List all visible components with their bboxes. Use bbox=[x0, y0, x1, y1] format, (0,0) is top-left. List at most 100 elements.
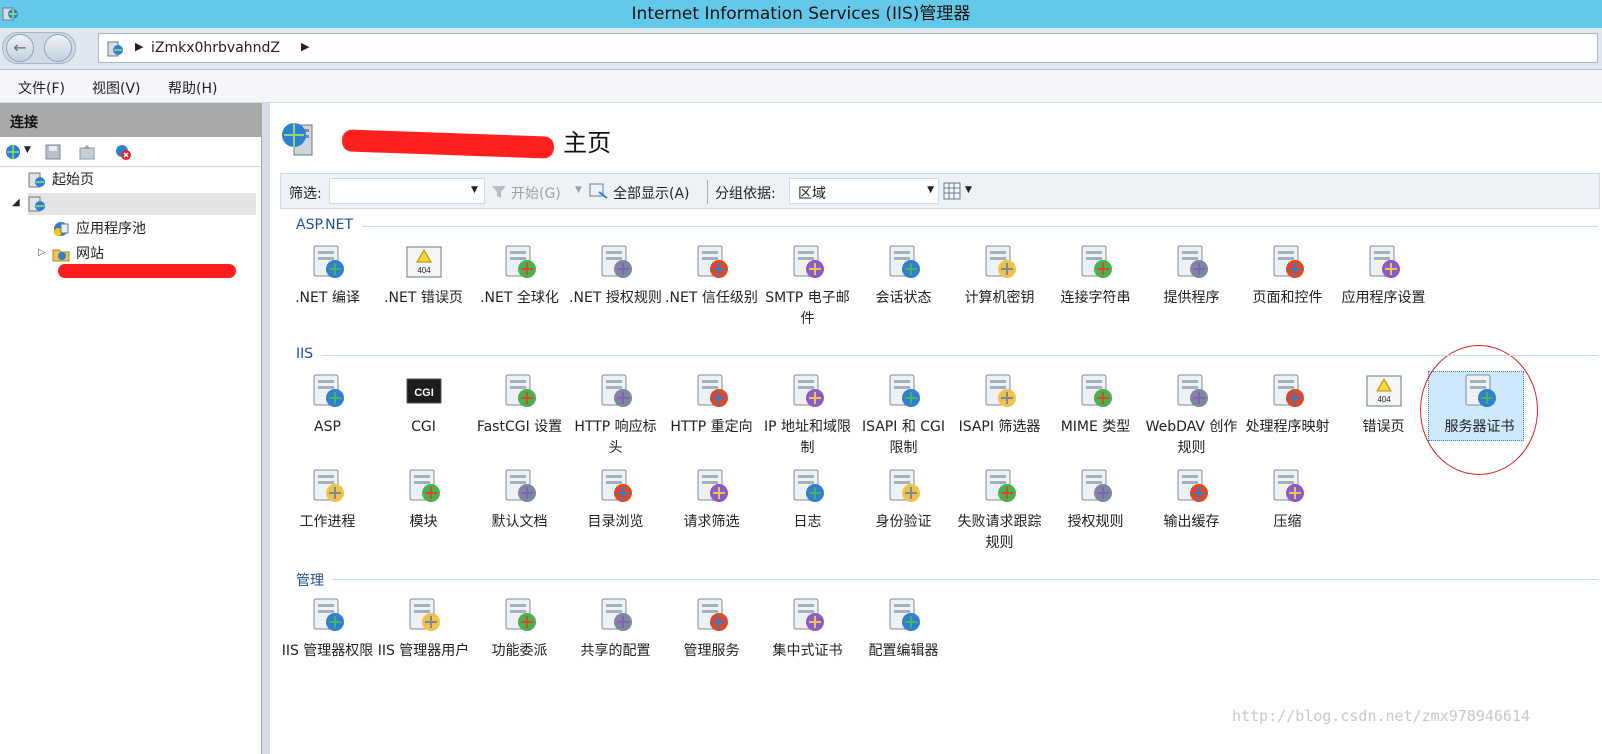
feature-shared-configuration[interactable]: 共享的配置 bbox=[568, 595, 663, 662]
feature-authorization-rules[interactable]: 授权规则 bbox=[1048, 466, 1143, 533]
filter-dropdown-icon[interactable]: ▼ bbox=[471, 185, 478, 195]
isapi-cgi-restrictions-icon bbox=[889, 374, 920, 407]
feature-asp[interactable]: ASP bbox=[280, 371, 375, 438]
authentication-icon bbox=[889, 469, 920, 502]
feature-providers[interactable]: 提供程序 bbox=[1144, 242, 1239, 309]
expand-collapse-icon[interactable]: ◢ bbox=[12, 197, 20, 208]
feature-net-authorization[interactable]: .NET 授权规则 bbox=[568, 242, 663, 309]
tree-item-start-page[interactable]: 起始页 bbox=[28, 169, 94, 191]
tree-item-server[interactable] bbox=[28, 193, 256, 215]
section-iis[interactable]: IIS bbox=[296, 346, 313, 362]
iis-manager-window: Internet Information Services (IIS)管理器 ←… bbox=[0, 0, 1602, 754]
feature-compression[interactable]: 压缩 bbox=[1240, 466, 1335, 533]
feature-directory-browsing[interactable]: 目录浏览 bbox=[568, 466, 663, 533]
show-all-icon bbox=[589, 183, 608, 199]
feature-connection-strings[interactable]: 连接字符串 bbox=[1048, 242, 1143, 309]
feature-http-redirect[interactable]: HTTP 重定向 bbox=[664, 371, 759, 438]
feature-management-service[interactable]: 管理服务 bbox=[664, 595, 759, 662]
server-certificates-icon bbox=[1465, 374, 1496, 407]
feature-iis-manager-permissions[interactable]: IIS 管理器权限 bbox=[280, 595, 375, 662]
http-response-headers-icon bbox=[601, 374, 632, 407]
feature-isapi-filters[interactable]: ISAPI 筛选器 bbox=[952, 371, 1047, 438]
feature-webdav[interactable]: WebDAV 创作规则 bbox=[1144, 371, 1239, 459]
feature-session-state[interactable]: 会话状态 bbox=[856, 242, 951, 309]
feature-failed-request-tracing[interactable]: 失败请求跟踪规则 bbox=[952, 466, 1047, 554]
tree-item-app-pools[interactable]: 应用程序池 bbox=[52, 218, 146, 240]
feature-label: 共享的配置 bbox=[580, 643, 651, 659]
menu-help[interactable]: 帮助(H) bbox=[168, 78, 217, 98]
connect-icon[interactable] bbox=[4, 143, 22, 161]
breadcrumb-server[interactable]: iZmkx0hrbvahndZ bbox=[151, 40, 280, 56]
feature-label: IP 地址和域限制 bbox=[763, 419, 852, 456]
server-icon bbox=[107, 41, 123, 57]
feature-server-certificates[interactable]: 服务器证书 bbox=[1432, 371, 1527, 438]
section-divider bbox=[332, 579, 1598, 580]
breadcrumb-dropdown-icon[interactable]: ▶ bbox=[301, 40, 309, 53]
feature-default-document[interactable]: 默认文档 bbox=[472, 466, 567, 533]
section-management[interactable]: 管理 bbox=[296, 570, 324, 590]
feature-label: SMTP 电子邮件 bbox=[765, 290, 850, 327]
feature-machine-key[interactable]: 计算机密钥 bbox=[952, 242, 1047, 309]
feature-output-caching[interactable]: 输出缓存 bbox=[1144, 466, 1239, 533]
feature-pages-controls[interactable]: 页面和控件 bbox=[1240, 242, 1335, 309]
save-icon[interactable] bbox=[44, 143, 62, 161]
back-button[interactable]: ← bbox=[6, 34, 34, 62]
up-level-icon[interactable] bbox=[78, 143, 96, 161]
show-all-button[interactable]: 全部显示(A) bbox=[613, 183, 690, 203]
view-mode-dropdown-icon[interactable]: ▼ bbox=[965, 185, 972, 195]
group-by-select[interactable]: 区域 ▼ bbox=[789, 178, 939, 204]
configuration-editor-icon bbox=[889, 598, 920, 631]
feature-configuration-editor[interactable]: 配置编辑器 bbox=[856, 595, 951, 662]
feature-label: HTTP 重定向 bbox=[670, 419, 753, 435]
feature-net-globalization[interactable]: .NET 全球化 bbox=[472, 242, 567, 309]
disconnect-icon[interactable] bbox=[114, 143, 132, 161]
feature-worker-processes[interactable]: 工作进程 bbox=[280, 466, 375, 533]
feature-label: IIS 管理器用户 bbox=[377, 643, 470, 659]
feature-centralized-certificates[interactable]: 集中式证书 bbox=[760, 595, 855, 662]
feature-mime-types[interactable]: MIME 类型 bbox=[1048, 371, 1143, 438]
feature-logging[interactable]: 日志 bbox=[760, 466, 855, 533]
view-mode-icon[interactable] bbox=[943, 182, 961, 200]
filter-input[interactable] bbox=[329, 178, 485, 204]
feature-cgi[interactable]: CGI CGI bbox=[376, 371, 471, 438]
feature-label: .NET 信任级别 bbox=[665, 290, 758, 306]
section-aspnet[interactable]: ASP.NET bbox=[296, 217, 353, 233]
feature-label: 配置编辑器 bbox=[868, 643, 939, 659]
menu-file[interactable]: 文件(F) bbox=[18, 78, 65, 98]
feature-request-filtering[interactable]: 请求筛选 bbox=[664, 466, 759, 533]
feature-iis-manager-users[interactable]: IIS 管理器用户 bbox=[376, 595, 471, 662]
forward-button[interactable] bbox=[44, 34, 72, 62]
expand-arrow-icon[interactable]: ▷ bbox=[38, 247, 46, 258]
feature-smtp-email[interactable]: SMTP 电子邮件 bbox=[760, 242, 855, 330]
feature-label: 计算机密钥 bbox=[964, 290, 1035, 306]
feature-feature-delegation[interactable]: 功能委派 bbox=[472, 595, 567, 662]
menu-view[interactable]: 视图(V) bbox=[92, 78, 141, 98]
window-title: Internet Information Services (IIS)管理器 bbox=[631, 4, 971, 24]
tree-item-label: 网站 bbox=[76, 246, 104, 262]
start-dropdown-icon[interactable]: ▼ bbox=[575, 185, 582, 195]
feature-fastcgi[interactable]: FastCGI 设置 bbox=[472, 371, 567, 438]
panel-splitter[interactable] bbox=[262, 103, 270, 754]
net-trust-icon bbox=[697, 245, 728, 278]
feature-net-error-page[interactable]: 404 .NET 错误页 bbox=[376, 242, 471, 309]
feature-isapi-cgi-restrictions[interactable]: ISAPI 和 CGI 限制 bbox=[856, 371, 951, 459]
feature-net-trust[interactable]: .NET 信任级别 bbox=[664, 242, 759, 309]
app-settings-icon bbox=[1369, 245, 1400, 278]
address-bar: ← ▶ iZmkx0hrbvahndZ ▶ bbox=[0, 28, 1602, 70]
section-divider bbox=[362, 226, 1598, 227]
feature-modules[interactable]: 模块 bbox=[376, 466, 471, 533]
address-box[interactable]: ▶ iZmkx0hrbvahndZ ▶ bbox=[98, 33, 1598, 63]
feature-label: IIS 管理器权限 bbox=[281, 643, 374, 659]
feature-ip-domain-restrictions[interactable]: IP 地址和域限制 bbox=[760, 371, 855, 459]
feature-http-response-headers[interactable]: HTTP 响应标头 bbox=[568, 371, 663, 459]
feature-error-pages[interactable]: 404 错误页 bbox=[1336, 371, 1431, 438]
start-button[interactable]: 开始(G) bbox=[511, 183, 561, 203]
feature-app-settings[interactable]: 应用程序设置 bbox=[1336, 242, 1431, 309]
feature-authentication[interactable]: 身份验证 bbox=[856, 466, 951, 533]
worker-processes-icon bbox=[313, 469, 344, 502]
feature-net-compile[interactable]: .NET 编译 bbox=[280, 242, 375, 309]
tree-item-sites[interactable]: 网站 bbox=[52, 243, 104, 265]
connect-dropdown-icon[interactable]: ▼ bbox=[24, 145, 31, 155]
watermark: http://blog.csdn.net/zmx978946614 bbox=[1232, 707, 1531, 725]
feature-handler-mappings[interactable]: 处理程序映射 bbox=[1240, 371, 1335, 438]
